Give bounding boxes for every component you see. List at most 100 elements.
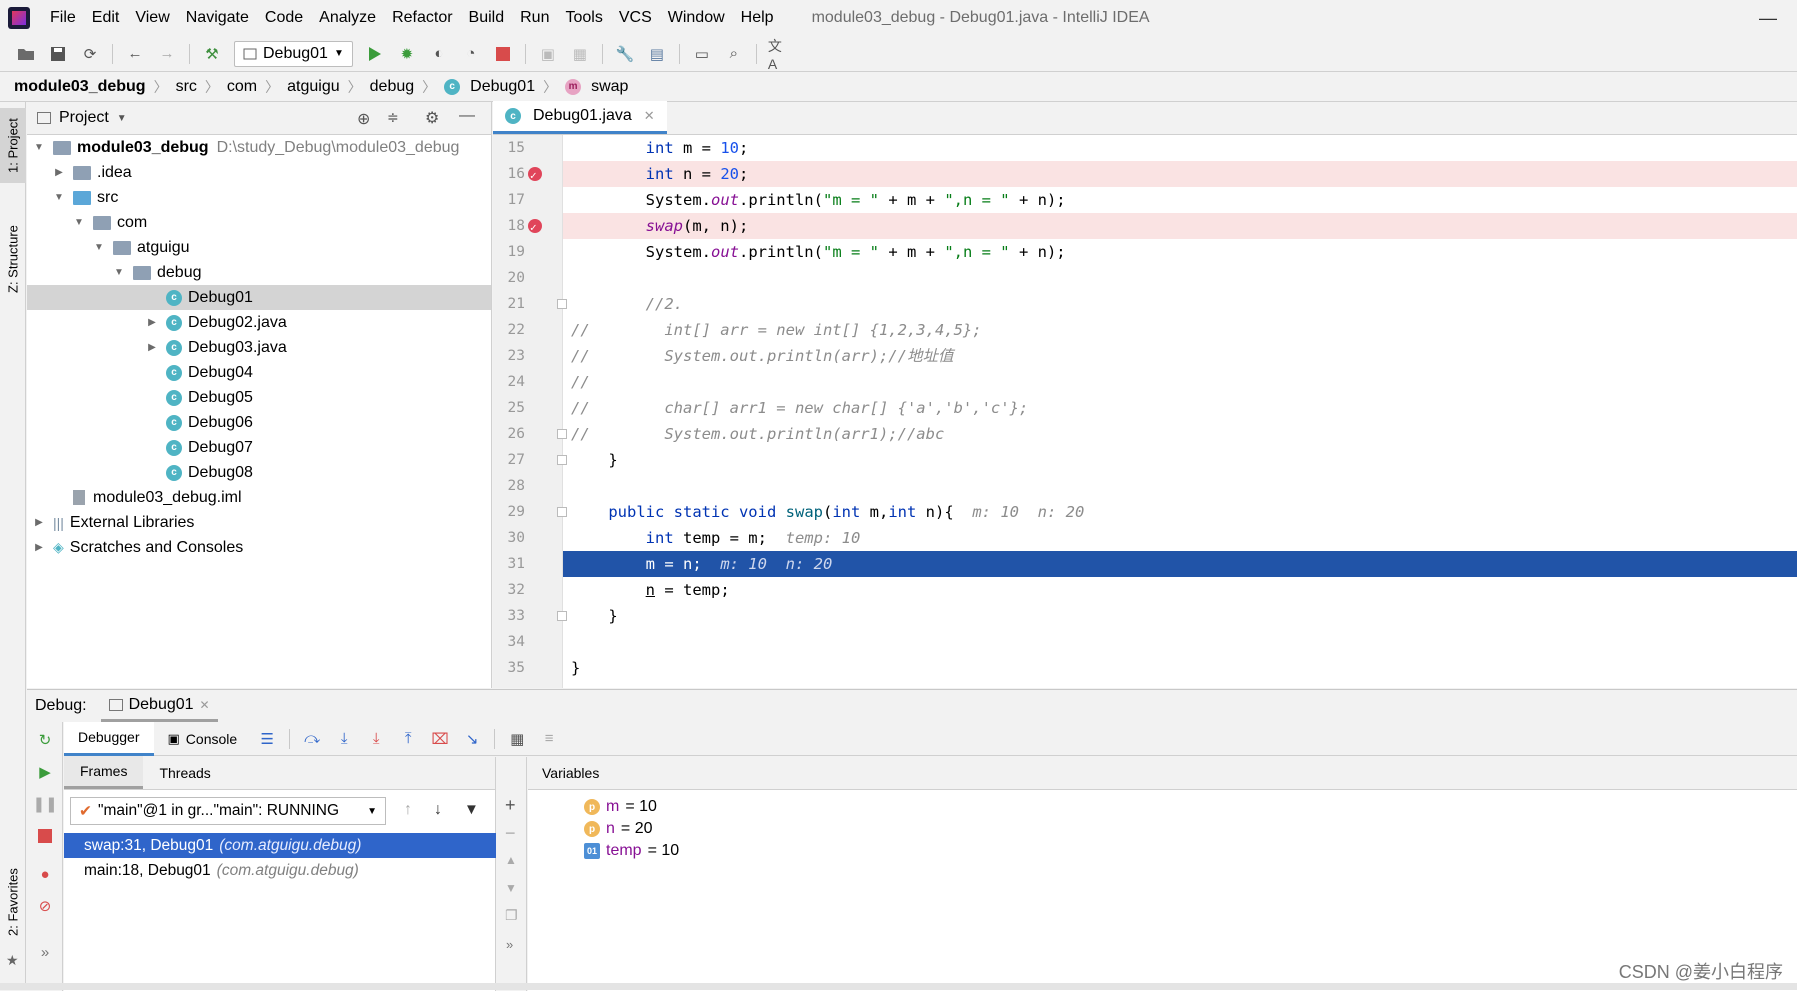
expand-arrow-icon[interactable]: ▼ xyxy=(113,267,125,278)
code-line-17[interactable]: 17 System.out.println("m = " + m + ",n =… xyxy=(493,187,1797,213)
menu-code[interactable]: Code xyxy=(257,0,311,36)
breakpoint-icon[interactable] xyxy=(528,167,542,181)
more-icon[interactable]: » xyxy=(35,942,55,962)
hide-panel-icon[interactable]: — xyxy=(459,107,475,125)
menu-tools[interactable]: Tools xyxy=(557,0,610,36)
run-to-cursor-icon[interactable]: ↘ xyxy=(461,728,483,750)
code-line-25[interactable]: 25// char[] arr1 = new char[] {'a','b','… xyxy=(493,395,1797,421)
menu-file[interactable]: File xyxy=(42,0,84,36)
tab-console[interactable]: ▣Console xyxy=(154,722,252,756)
debug-bug-icon[interactable]: ✹ xyxy=(396,43,418,65)
tree-item-module[interactable]: ▼ module03_debug D:\study_Debug\module03… xyxy=(27,135,491,160)
breadcrumb-com[interactable]: com xyxy=(227,78,257,96)
previous-frame-icon[interactable]: ↑ xyxy=(404,801,412,819)
force-step-into-icon[interactable]: ⤓ xyxy=(365,728,387,750)
collapsed-arrow-icon[interactable]: ▶ xyxy=(33,517,45,528)
collapsed-arrow-icon[interactable]: ▶ xyxy=(33,542,45,553)
project-view-select[interactable]: Project xyxy=(59,109,109,127)
settings-wrench-icon[interactable]: 🔧 xyxy=(614,43,636,65)
rerun-icon[interactable]: ↻ xyxy=(35,730,55,750)
run-config-select[interactable]: Debug01 ▼ xyxy=(234,41,353,67)
collapse-all-icon[interactable]: ≑ xyxy=(387,109,399,126)
expand-arrow-icon[interactable]: ▼ xyxy=(53,192,65,203)
fold-marker-icon[interactable] xyxy=(557,507,567,517)
code-line-21[interactable]: 21 //2. xyxy=(493,291,1797,317)
menu-run[interactable]: Run xyxy=(512,0,557,36)
tree-item-external-libraries[interactable]: ▶ ||| External Libraries xyxy=(27,510,491,535)
run-icon[interactable] xyxy=(364,43,386,65)
move-down-icon[interactable]: ▼ xyxy=(505,881,517,895)
remove-watch-icon[interactable]: − xyxy=(505,823,516,844)
project-structure-icon[interactable]: ▤ xyxy=(646,43,668,65)
next-frame-icon[interactable]: ↓ xyxy=(434,801,442,819)
variable-row[interactable]: p m = 10 xyxy=(584,795,657,819)
pause-icon[interactable]: ❚❚ xyxy=(35,794,55,814)
step-out-icon[interactable]: ⤒ xyxy=(397,728,419,750)
tree-item-debug-pkg[interactable]: ▼ debug xyxy=(27,260,491,285)
menu-refactor[interactable]: Refactor xyxy=(384,0,460,36)
menu-view[interactable]: View xyxy=(127,0,177,36)
tab-project[interactable]: 1: Project xyxy=(0,108,26,183)
collapsed-arrow-icon[interactable]: ▶ xyxy=(146,317,158,328)
fold-marker-icon[interactable] xyxy=(557,299,567,309)
close-icon[interactable]: ✕ xyxy=(200,698,210,712)
fold-marker-icon[interactable] xyxy=(557,429,567,439)
tree-item-atguigu[interactable]: ▼ atguigu xyxy=(27,235,491,260)
back-arrow-icon[interactable]: ← xyxy=(124,43,146,65)
tree-item-debug06[interactable]: c Debug06 xyxy=(27,410,491,435)
menu-help[interactable]: Help xyxy=(733,0,782,36)
locate-icon[interactable]: ⊕ xyxy=(357,109,370,129)
breadcrumb-debug[interactable]: debug xyxy=(370,78,415,96)
tab-structure[interactable]: Z: Structure xyxy=(0,212,26,307)
tree-item-src[interactable]: ▼ src xyxy=(27,185,491,210)
resume-icon[interactable]: ▶ xyxy=(35,762,55,782)
code-line-33[interactable]: 33 } xyxy=(493,603,1797,629)
add-watch-icon[interactable]: + xyxy=(505,795,516,816)
tree-item-debug07[interactable]: c Debug07 xyxy=(27,435,491,460)
code-line-27[interactable]: 27 } xyxy=(493,447,1797,473)
fold-marker-icon[interactable] xyxy=(557,455,567,465)
collapsed-arrow-icon[interactable]: ▶ xyxy=(53,167,65,178)
tree-item-iml[interactable]: module03_debug.iml xyxy=(27,485,491,510)
drop-frame-icon[interactable]: ⌧ xyxy=(429,728,451,750)
collapsed-arrow-icon[interactable]: ▶ xyxy=(146,342,158,353)
chevron-down-icon[interactable]: ▼ xyxy=(117,113,127,124)
layout-icon[interactable]: ▦ xyxy=(569,43,591,65)
expand-arrow-icon[interactable]: ▼ xyxy=(33,142,45,153)
code-line-20[interactable]: 20 xyxy=(493,265,1797,291)
fold-marker-icon[interactable] xyxy=(557,611,567,621)
stop-icon[interactable] xyxy=(35,826,55,846)
tree-item-debug05[interactable]: c Debug05 xyxy=(27,385,491,410)
menu-navigate[interactable]: Navigate xyxy=(178,0,257,36)
filter-icon[interactable]: ▼ xyxy=(464,801,479,818)
breadcrumb-module[interactable]: module03_debug xyxy=(14,78,146,96)
tab-threads[interactable]: Threads xyxy=(143,756,226,789)
tree-item-com[interactable]: ▼ com xyxy=(27,210,491,235)
code-line-23[interactable]: 23// System.out.println(arr);//地址值 xyxy=(493,343,1797,369)
tab-debugger[interactable]: Debugger xyxy=(64,722,154,756)
code-line-15[interactable]: 15 int m = 10; xyxy=(493,135,1797,161)
breadcrumb-method[interactable]: mswap xyxy=(565,78,628,96)
menu-build[interactable]: Build xyxy=(461,0,513,36)
step-into-icon[interactable]: ⤓ xyxy=(333,728,355,750)
tab-debug01-java[interactable]: c Debug01.java ✕ xyxy=(493,101,667,134)
code-line-24[interactable]: 24// xyxy=(493,369,1797,395)
tree-item-debug02[interactable]: ▶ c Debug02.java xyxy=(27,310,491,335)
breadcrumb-class[interactable]: cDebug01 xyxy=(444,78,535,96)
code-line-35[interactable]: 35} xyxy=(493,655,1797,681)
tree-item-debug08[interactable]: c Debug08 xyxy=(27,460,491,485)
expand-arrow-icon[interactable]: ▼ xyxy=(93,242,105,253)
tree-item-scratches[interactable]: ▶ ◈ Scratches and Consoles xyxy=(27,535,491,560)
breadcrumb-atguigu[interactable]: atguigu xyxy=(287,78,340,96)
code-line-16[interactable]: 16 int n = 20; xyxy=(563,161,1797,187)
stop-icon[interactable] xyxy=(492,43,514,65)
menu-edit[interactable]: Edit xyxy=(84,0,128,36)
tab-favorites[interactable]: 2: Favorites xyxy=(0,857,26,947)
code-line-29[interactable]: 29 public static void swap(int m,int n){… xyxy=(493,499,1797,525)
sync-icon[interactable]: ⟳ xyxy=(79,43,101,65)
code-line-28[interactable]: 28 xyxy=(493,473,1797,499)
terminal-icon[interactable]: ▭ xyxy=(691,43,713,65)
build-hammer-icon[interactable]: ⚒ xyxy=(201,43,223,65)
variable-row[interactable]: 01 temp = 10 xyxy=(584,839,679,863)
coverage-icon[interactable]: ◐ xyxy=(428,43,450,65)
